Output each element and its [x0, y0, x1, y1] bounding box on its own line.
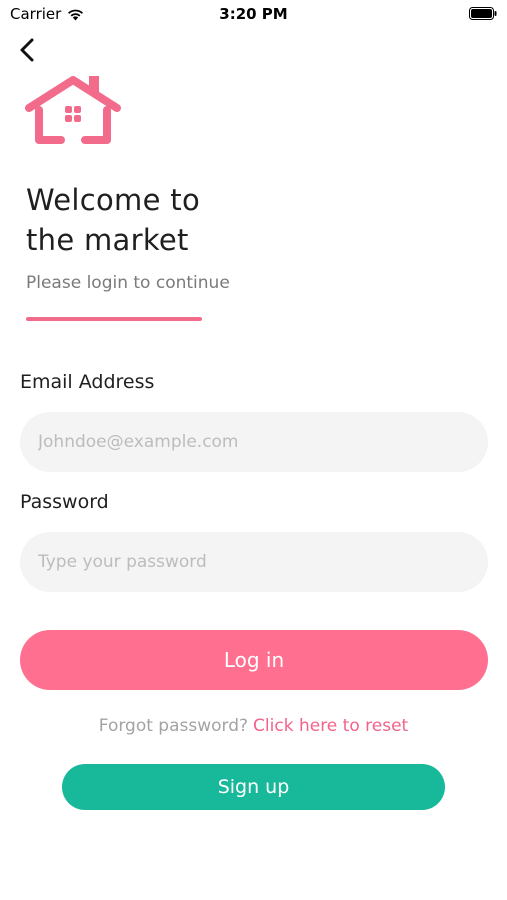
forgot-password-row: Forgot password? Click here to reset	[0, 716, 507, 736]
password-label: Password	[20, 491, 109, 513]
forgot-password-text: Forgot password?	[98, 716, 249, 736]
email-field[interactable]	[20, 412, 488, 472]
login-button[interactable]: Log in	[20, 630, 488, 690]
password-field[interactable]	[20, 532, 488, 592]
accent-underline	[26, 317, 202, 321]
login-subtitle: Please login to continue	[26, 273, 230, 293]
welcome-line-1: Welcome to	[26, 183, 200, 217]
reset-password-link[interactable]: Click here to reset	[253, 716, 408, 736]
welcome-title: Welcome to the market	[26, 180, 326, 260]
house-logo-icon	[25, 76, 121, 144]
status-time: 3:20 PM	[219, 5, 288, 23]
battery-icon	[469, 7, 497, 20]
email-label: Email Address	[20, 371, 155, 393]
back-button[interactable]	[14, 36, 42, 64]
signup-button[interactable]: Sign up	[62, 764, 445, 810]
status-bar: Carrier 3:20 PM	[0, 0, 507, 30]
chevron-left-icon	[20, 38, 34, 62]
welcome-line-2: the market	[26, 223, 189, 257]
